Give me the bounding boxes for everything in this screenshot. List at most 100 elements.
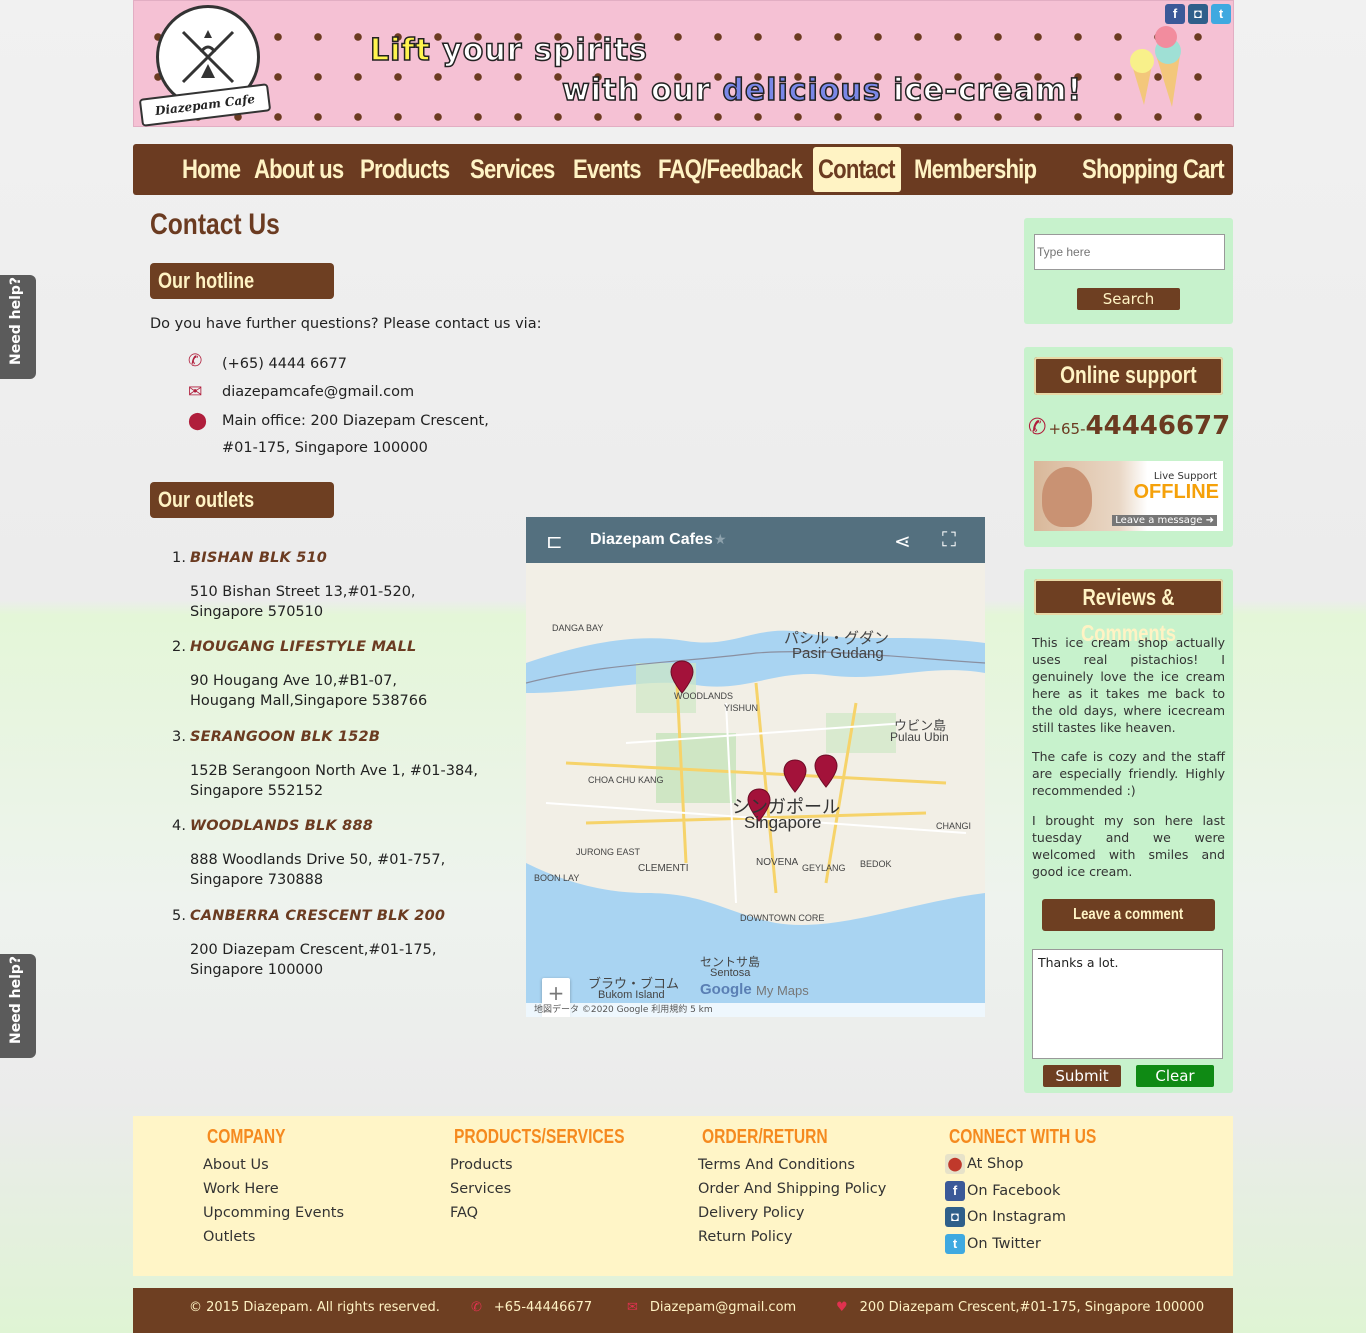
search-input[interactable] [1034,234,1225,270]
main-nav: Home About us Products Services Events F… [133,144,1233,195]
support-phone-number: ✆ +65-44446677 [1028,411,1231,441]
submit-button[interactable]: Submit [1043,1065,1121,1087]
live-support-banner[interactable]: Live Support OFFLINE Leave a message ➜ [1034,461,1223,531]
footer-link[interactable]: Outlets [203,1225,344,1249]
reviews-widget: Reviews & Comments This ice cream shop a… [1024,569,1233,1093]
live-support-status: OFFLINE [1133,481,1219,503]
map-label: Singapore [744,813,822,832]
online-support-widget: Online support ✆ +65-44446677 Live Suppor… [1024,347,1233,547]
list-item: 4. WOODLANDS BLK 888 888 Woodlands Drive … [172,818,512,890]
copyright-bar: © 2015 Diazepam. All rights reserved. ✆ +… [133,1288,1233,1333]
contact-intro: Do you have further questions? Please co… [150,316,542,332]
need-help-label: Need help? [8,276,24,365]
footer-heading: CONNECT WITH US [949,1126,1097,1148]
twitter-icon: t [945,1233,965,1254]
header-social-links: f ◘ t [1165,4,1231,24]
list-item: 3. SERANGOON BLK 152B 152B Serangoon Nort… [172,729,512,801]
fullscreen-icon[interactable]: ⛶ [942,529,956,552]
footer-link[interactable]: Return Policy [698,1225,886,1249]
footer-link[interactable]: About Us [203,1153,344,1177]
footer-email[interactable]: ✉ Diazepam@gmail.com [627,1300,796,1315]
review-text: This ice cream shop actually uses real p… [1032,635,1225,735]
search-widget: Search [1024,218,1233,324]
nav-events[interactable]: Events [573,147,642,192]
phone-icon: ✆ [1028,415,1047,440]
nav-contact[interactable]: Contact [818,147,895,192]
nav-faq-feedback[interactable]: FAQ/Feedback [658,147,803,192]
site-footer: COMPANY About Us Work Here Upcomming Eve… [133,1116,1233,1276]
footer-link[interactable]: Delivery Policy [698,1201,886,1225]
list-item: 5. CANBERRA CRESCENT BLK 200 200 Diazepam… [172,908,512,980]
need-help-tab[interactable]: Need help? [0,954,36,1058]
map-legend-toggle-icon[interactable]: ⊏ [546,529,563,554]
map-label: CLEMENTI [638,863,689,874]
facebook-icon[interactable]: f [1165,4,1185,24]
map-label: YISHUN [724,703,759,713]
footer-social-shop[interactable]: ⬤ At Shop [945,1151,1138,1178]
footer-link[interactable]: Work Here [203,1177,344,1201]
nav-home[interactable]: Home [182,147,241,192]
outlet-address: 152B Serangoon North Ave 1, #01-384, Sing… [190,763,479,799]
list-item: 1. BISHAN BLK 510 510 Bishan Street 13,#0… [172,550,512,622]
nav-shopping-cart[interactable]: Shopping Cart [1082,147,1225,192]
map-label: Sentosa [710,967,751,979]
map-label: Pasir Gudang [792,645,884,662]
footer-phone: ✆ +65-44446677 [471,1300,593,1315]
logo-emblem-icon [181,30,235,84]
page-title: Contact Us [150,208,280,241]
outlet-name[interactable]: 3. SERANGOON BLK 152B [172,729,512,745]
slogan-line-2: with our delicious ice-cream! [561,72,1083,109]
outlet-name[interactable]: 4. WOODLANDS BLK 888 [172,818,512,834]
footer-link[interactable]: FAQ [450,1201,673,1225]
footer-products: PRODUCTS/SERVICES Products Services FAQ [450,1126,673,1225]
map-label: BEDOK [860,859,892,869]
nav-membership[interactable]: Membership [914,147,1037,192]
map-label: JURONG EAST [576,847,641,857]
instagram-icon[interactable]: ◘ [1188,4,1208,24]
online-support-title: Online support [1034,357,1223,395]
leave-message-link[interactable]: Leave a message ➜ [1112,515,1217,526]
facebook-icon: f [945,1180,965,1201]
my-maps-logo: My Maps [756,983,809,998]
footer-link[interactable]: Order And Shipping Policy [698,1177,886,1201]
phone-icon: ✆ [188,351,203,371]
footer-link[interactable]: Upcomming Events [203,1201,344,1225]
contact-address-line2: #01-175, Singapore 100000 [222,440,428,456]
nav-products[interactable]: Products [360,147,450,192]
map-canvas[interactable]: DANGA BAY パシル・グダン Pasir Gudang WOODLANDS… [526,563,985,1017]
footer-link[interactable]: Services [450,1177,673,1201]
google-logo: Google [700,981,752,998]
twitter-icon[interactable]: t [1211,4,1231,24]
map-label: WOODLANDS [674,691,734,701]
clear-button[interactable]: Clear [1136,1065,1214,1087]
nav-about-us[interactable]: About us [254,147,344,192]
need-help-tab[interactable]: Need help? [0,275,36,379]
ice-cream-cones-icon [1130,26,1181,107]
phone-icon: ✆ [471,1300,482,1315]
footer-social-instagram[interactable]: ◘ On Instagram [945,1204,1138,1231]
map-label: Bukom Island [598,989,665,1001]
nav-services[interactable]: Services [470,147,555,192]
search-button[interactable]: Search [1077,288,1180,310]
footer-link[interactable]: Products [450,1153,673,1177]
comment-textarea[interactable]: Thanks a lot. [1032,949,1223,1059]
mail-icon: ✉ [188,382,203,402]
contact-phone: ✆ (+65) 4444 6677 [188,351,347,372]
outlet-name[interactable]: 5. CANBERRA CRESCENT BLK 200 [172,908,512,924]
copyright-text: © 2015 Diazepam. All rights reserved. [189,1300,440,1315]
mail-icon: ✉ [627,1300,638,1315]
contact-email[interactable]: ✉ diazepamcafe@gmail.com [188,382,414,402]
star-icon[interactable]: ★ [714,531,727,548]
contact-address: ⬤ Main office: 200 Diazepam Crescent, [188,411,489,431]
outlet-address: 510 Bishan Street 13,#01-520, Singapore 5… [190,584,416,620]
outlet-name[interactable]: 2. HOUGANG LIFESTYLE MALL [172,639,512,655]
share-icon[interactable]: ⋖ [894,529,911,554]
outlets-map[interactable]: ⊏ Diazepam Cafes ★ ⋖ ⛶ DANGA BAY パシル・グダン… [526,517,985,1017]
map-label: Pulau Ubin [890,730,949,744]
leave-comment-button[interactable]: Leave a comment [1042,899,1215,931]
outlet-name[interactable]: 1. BISHAN BLK 510 [172,550,512,566]
footer-social-twitter[interactable]: t On Twitter [945,1231,1138,1258]
footer-link[interactable]: Terms And Conditions [698,1153,886,1177]
map-attribution: 地図データ ©2020 Google 利用規約 5 km [526,1003,985,1017]
footer-social-facebook[interactable]: f On Facebook [945,1178,1138,1205]
